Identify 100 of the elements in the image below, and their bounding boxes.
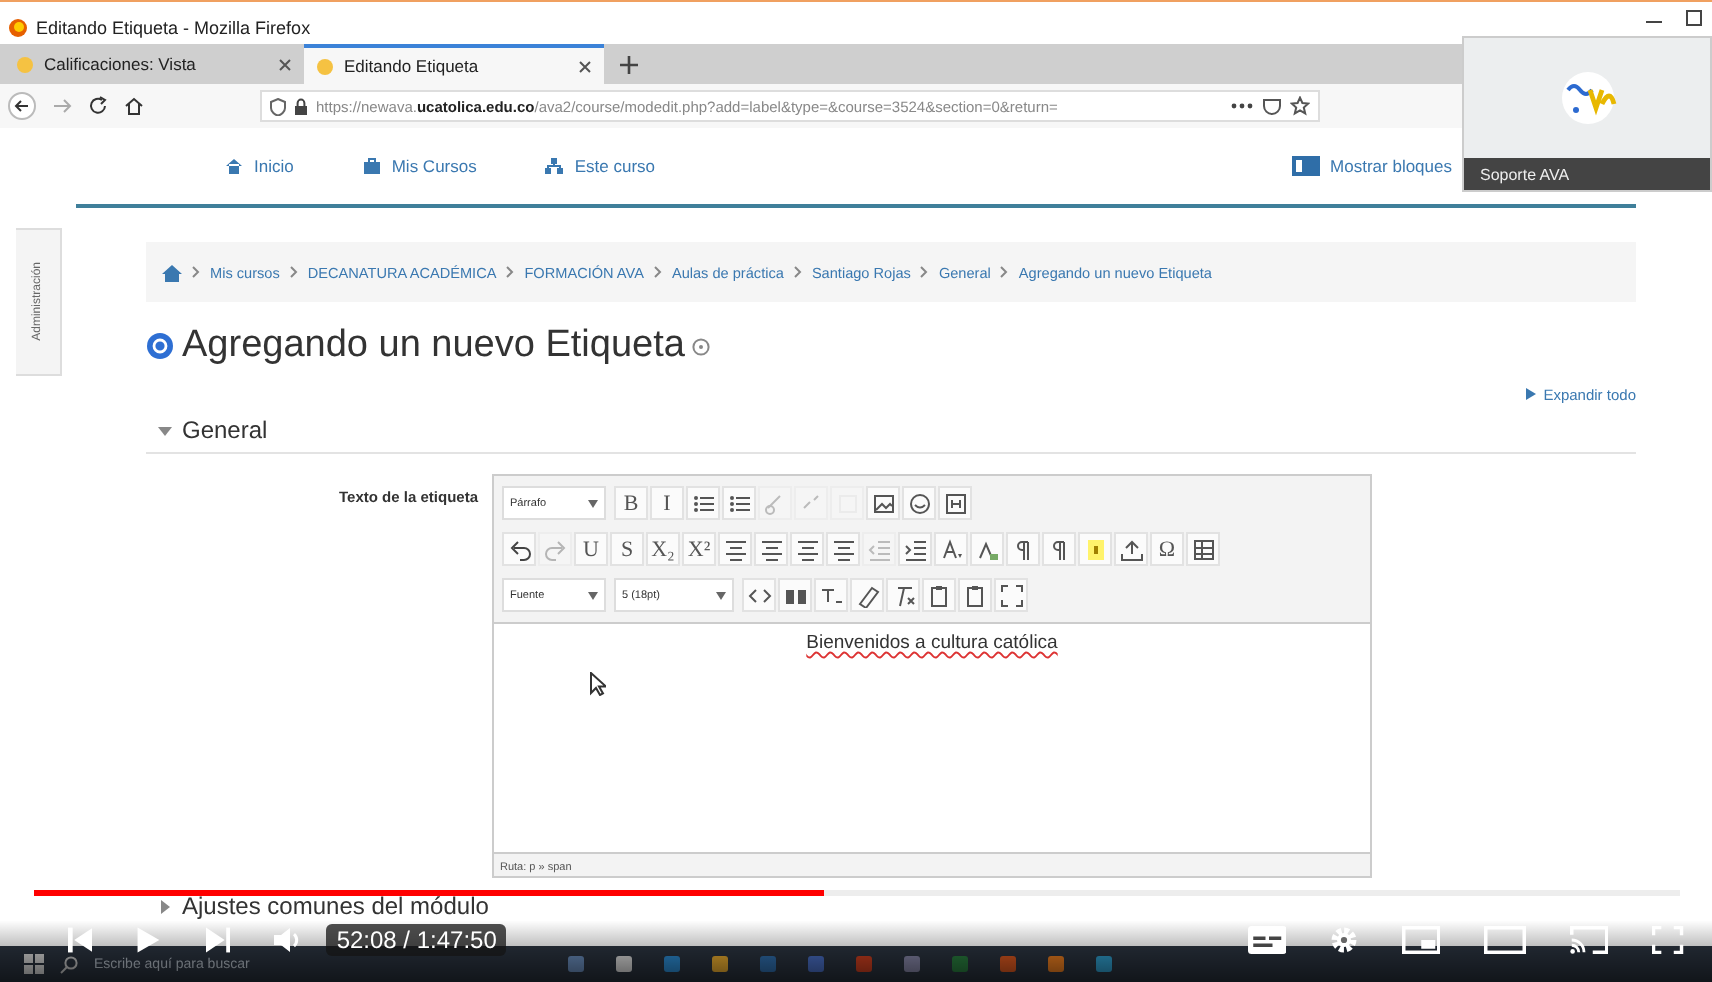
page-heading: Agregando un nuevo Etiqueta bbox=[182, 324, 685, 368]
toolbar-button[interactable] bbox=[754, 532, 788, 566]
toolbar-button[interactable] bbox=[790, 532, 824, 566]
tooltip-label: Soporte AVA bbox=[1464, 158, 1710, 190]
back-icon[interactable] bbox=[8, 92, 36, 120]
list-icon bbox=[727, 491, 751, 515]
toolbar-button[interactable] bbox=[902, 486, 936, 520]
app-icon[interactable] bbox=[661, 954, 682, 974]
chevron-icon bbox=[920, 266, 929, 278]
toolbar-button[interactable]: I bbox=[650, 486, 684, 520]
settings-icon[interactable] bbox=[1329, 926, 1358, 954]
toolbar-button[interactable] bbox=[814, 578, 848, 612]
close-icon[interactable] bbox=[578, 59, 592, 73]
nav-link[interactable]: Inicio bbox=[224, 156, 294, 176]
next-icon[interactable] bbox=[205, 926, 231, 954]
align-icon bbox=[795, 537, 819, 561]
section-toggle[interactable]: Ajustes comunes del módulo bbox=[158, 892, 489, 920]
app-icon[interactable] bbox=[1045, 954, 1066, 974]
chevron-icon bbox=[192, 266, 200, 278]
toolbar-button[interactable]: X² bbox=[682, 532, 716, 566]
toolbar-button[interactable] bbox=[686, 486, 720, 520]
browser-tab[interactable]: Editando Etiqueta bbox=[304, 44, 604, 84]
editor-text: Bienvenidos a cultura católica bbox=[806, 632, 1058, 658]
show-blocks-button[interactable]: Mostrar bloques bbox=[1292, 156, 1452, 176]
browser-tab[interactable]: Calificaciones: Vista bbox=[4, 44, 304, 84]
toolbar-button[interactable] bbox=[898, 532, 932, 566]
app-icon[interactable] bbox=[901, 954, 922, 974]
table-icon bbox=[1191, 537, 1215, 561]
label-icon bbox=[146, 332, 174, 360]
plus-icon bbox=[620, 56, 638, 74]
toolbar-button[interactable] bbox=[850, 578, 884, 612]
toolbar-button[interactable] bbox=[922, 578, 956, 612]
highlight-icon bbox=[975, 537, 999, 561]
time-display: 52:08 / 1:47:50 bbox=[326, 924, 507, 956]
cast-icon[interactable] bbox=[1570, 926, 1609, 954]
link-icon bbox=[763, 491, 787, 515]
close-icon[interactable] bbox=[278, 57, 292, 71]
miniplayer-icon[interactable] bbox=[1401, 926, 1441, 954]
subtitles-icon[interactable] bbox=[1247, 926, 1286, 954]
paragraph-icon bbox=[1047, 537, 1071, 561]
file-icon bbox=[943, 491, 967, 515]
toolbar-button[interactable]: Ω bbox=[1150, 532, 1184, 566]
toolbar-button[interactable] bbox=[994, 578, 1028, 612]
pocket-icon[interactable] bbox=[1262, 96, 1282, 116]
toolbar-button[interactable] bbox=[718, 532, 752, 566]
play-icon[interactable] bbox=[136, 926, 162, 954]
toolbar-button[interactable] bbox=[934, 532, 968, 566]
page-icon bbox=[316, 57, 334, 75]
toolbar-button[interactable]: U bbox=[574, 532, 608, 566]
toolbar-button[interactable] bbox=[1114, 532, 1148, 566]
volume-icon[interactable] bbox=[274, 926, 303, 954]
star-icon[interactable] bbox=[1290, 96, 1310, 116]
image-icon bbox=[871, 491, 895, 515]
text-color-icon bbox=[939, 537, 963, 561]
toolbar-button[interactable] bbox=[826, 532, 860, 566]
theater-mode-icon[interactable] bbox=[1484, 926, 1527, 954]
paragraph-icon bbox=[1011, 537, 1035, 561]
windows-icon[interactable] bbox=[24, 954, 44, 974]
home-icon[interactable] bbox=[124, 96, 144, 116]
app-icon[interactable] bbox=[565, 954, 586, 974]
align-icon bbox=[723, 537, 747, 561]
toolbar-button[interactable] bbox=[722, 486, 756, 520]
sitemap-icon bbox=[544, 156, 565, 176]
list-icon bbox=[691, 491, 715, 515]
toolbar-button[interactable] bbox=[502, 532, 536, 566]
toolbar-button[interactable] bbox=[958, 578, 992, 612]
firefox-icon bbox=[8, 18, 28, 38]
toolbar-button[interactable] bbox=[886, 578, 920, 612]
search-icon[interactable] bbox=[60, 955, 78, 973]
toolbar-button[interactable]: S bbox=[610, 532, 644, 566]
nav-link[interactable]: Este curso bbox=[544, 156, 656, 176]
toolbar-button[interactable] bbox=[866, 486, 900, 520]
help-icon[interactable] bbox=[692, 337, 711, 355]
shield-icon bbox=[270, 97, 286, 115]
maximize-icon[interactable] bbox=[1684, 8, 1704, 28]
app-icon[interactable] bbox=[1093, 954, 1114, 974]
app-icon[interactable] bbox=[709, 954, 730, 974]
more-icon[interactable] bbox=[1230, 100, 1254, 112]
section-toggle[interactable]: General bbox=[158, 416, 268, 444]
editor-area[interactable]: Bienvenidos a cultura católica bbox=[494, 624, 1370, 852]
app-icon[interactable] bbox=[613, 954, 634, 974]
progress-track[interactable] bbox=[34, 890, 1680, 896]
toolbar-button[interactable] bbox=[742, 578, 776, 612]
toolbar-button[interactable]: X₂ bbox=[646, 532, 680, 566]
toolbar-button[interactable] bbox=[1042, 532, 1076, 566]
toolbar-button[interactable] bbox=[1186, 532, 1220, 566]
home-icon bbox=[224, 156, 244, 176]
align-icon bbox=[831, 537, 855, 561]
toolbar-button[interactable] bbox=[778, 578, 812, 612]
previous-icon[interactable] bbox=[68, 926, 93, 954]
reload-icon[interactable] bbox=[88, 96, 108, 116]
toolbar-button[interactable] bbox=[970, 532, 1004, 566]
page-icon bbox=[16, 55, 34, 73]
nav-link[interactable]: Mis Cursos bbox=[361, 156, 477, 176]
toolbar-button[interactable] bbox=[1006, 532, 1040, 566]
chevron-icon bbox=[1000, 266, 1009, 278]
toolbar-button[interactable]: B bbox=[614, 486, 648, 520]
fullscreen-icon[interactable] bbox=[1652, 926, 1684, 954]
caret-icon bbox=[716, 591, 726, 599]
toolbar-button[interactable] bbox=[938, 486, 972, 520]
